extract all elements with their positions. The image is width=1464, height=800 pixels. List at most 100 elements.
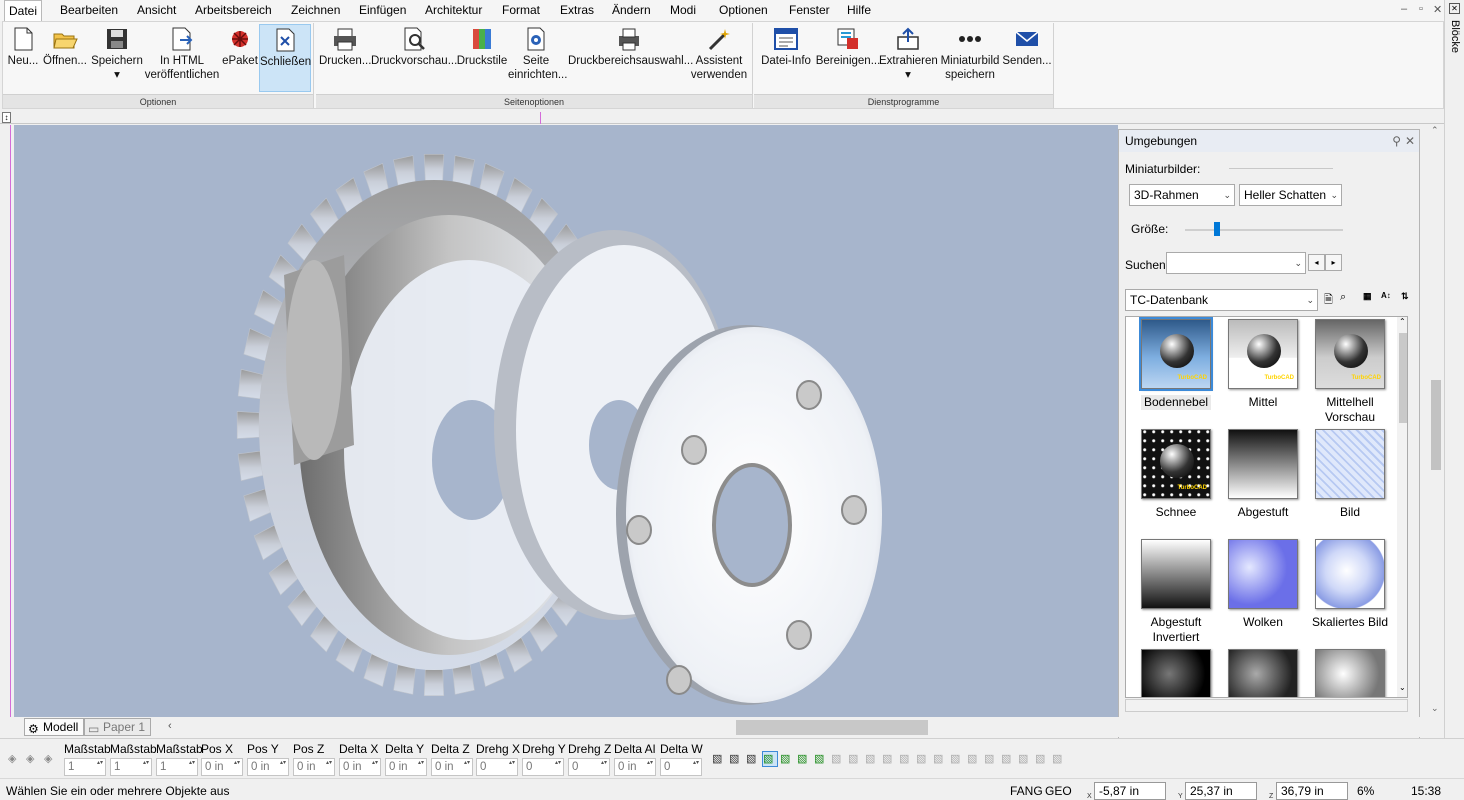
thumbnails-scrollbar[interactable]: ⌃ ⌄ — [1397, 317, 1407, 697]
environment-item[interactable] — [1219, 649, 1307, 697]
database-select[interactable]: TC-Datenbank ⌄ — [1125, 289, 1318, 311]
db-properties-icon[interactable]: 🗎 — [1324, 291, 1340, 307]
align-icon[interactable]: ▧ — [916, 752, 930, 766]
ribbon-button-1-4[interactable]: Druckbereichsauswahl... — [568, 24, 693, 92]
select-box-icon[interactable]: ▧ — [762, 751, 778, 767]
ribbon-button-2-4[interactable]: Senden... — [1002, 24, 1052, 92]
blocks-side-tab[interactable]: ✕ Blöcke — [1444, 0, 1464, 780]
spinner-icon[interactable]: ▴▾ — [645, 759, 655, 775]
minimize-icon[interactable]: ‒ — [1401, 3, 1407, 15]
environment-item[interactable]: Abgestuft — [1219, 429, 1307, 520]
menu-item-11[interactable]: Optionen — [715, 0, 772, 21]
tab-scroll-left-icon[interactable]: ‹ — [168, 720, 172, 732]
ribbon-button-0-4[interactable]: ePaket — [221, 24, 259, 92]
ribbon-button-2-0[interactable]: Datei-Info — [757, 24, 815, 92]
spinner-icon[interactable]: ▴▾ — [462, 759, 472, 775]
input-field[interactable]: 0 in ▴▾ — [614, 758, 656, 776]
environment-item[interactable]: Abgestuft Invertiert — [1132, 539, 1220, 645]
input-field[interactable]: 0 in ▴▾ — [339, 758, 381, 776]
input-field[interactable]: 0 in ▴▾ — [293, 758, 335, 776]
explode-icon[interactable]: ▧ — [967, 752, 981, 766]
environment-item[interactable]: TurboCAD Bodennebel — [1132, 317, 1220, 410]
scale-icon[interactable]: ▧ — [882, 752, 896, 766]
input-field[interactable]: 0 ▴▾ — [476, 758, 518, 776]
environment-item[interactable] — [1306, 649, 1394, 697]
menu-item-9[interactable]: Ändern — [608, 0, 655, 21]
search-prev-button[interactable]: ◂ — [1308, 254, 1325, 271]
input-field[interactable]: 0 in ▴▾ — [431, 758, 473, 776]
close-icon[interactable]: ✕ — [1433, 3, 1442, 16]
grid-icon[interactable]: ◈ — [44, 752, 58, 766]
input-field[interactable]: 0 ▴▾ — [568, 758, 610, 776]
ribbon-button-1-0[interactable]: Drucken... — [319, 24, 371, 92]
ribbon-button-2-2[interactable]: Extrahieren ▾ — [879, 24, 938, 92]
spinner-icon[interactable]: ▴▾ — [416, 759, 426, 775]
ribbon-button-0-1[interactable]: Öffnen... — [41, 24, 89, 92]
input-field[interactable]: 0 ▴▾ — [660, 758, 702, 776]
input-field[interactable]: 0 in ▴▾ — [385, 758, 427, 776]
select-add-icon[interactable]: ▧ — [797, 752, 811, 766]
cursor-icon[interactable]: ◈ — [8, 752, 22, 766]
input-field[interactable]: 1 ▴▾ — [64, 758, 106, 776]
snap-toggle[interactable]: FANG — [1010, 784, 1043, 798]
menu-item-1[interactable]: Bearbeiten — [56, 0, 122, 21]
ribbon-button-1-1[interactable]: Druckvorschau... — [371, 24, 457, 92]
spinner-icon[interactable]: ▴▾ — [95, 759, 105, 775]
node-edit-icon[interactable]: ▧ — [831, 752, 845, 766]
input-field[interactable]: 1 ▴▾ — [156, 758, 198, 776]
menu-item-7[interactable]: Format — [498, 0, 544, 21]
geo-toggle[interactable]: GEO — [1045, 784, 1072, 798]
environment-item[interactable] — [1132, 649, 1220, 697]
menu-item-12[interactable]: Fenster — [785, 0, 834, 21]
join-icon[interactable]: ▧ — [984, 752, 998, 766]
pin-icon[interactable]: ⚲ — [1392, 130, 1401, 152]
cancel-icon[interactable]: ◈ — [26, 752, 40, 766]
snap-line-icon[interactable]: ▧ — [746, 752, 760, 766]
spinner-icon[interactable]: ▴▾ — [370, 759, 380, 775]
trim-icon[interactable]: ▧ — [1001, 752, 1015, 766]
frame-select[interactable]: 3D-Rahmen ⌄ — [1129, 184, 1235, 206]
spinner-icon[interactable]: ▴▾ — [187, 759, 197, 775]
menu-item-3[interactable]: Arbeitsbereich — [191, 0, 276, 21]
input-field[interactable]: 0 ▴▾ — [522, 758, 564, 776]
distribute-icon[interactable]: ▧ — [933, 752, 947, 766]
rotate-icon[interactable]: ▧ — [865, 752, 879, 766]
ribbon-button-2-3[interactable]: Miniaturbild speichern — [938, 24, 1002, 92]
filter-icon[interactable]: ⇅ — [1401, 291, 1417, 307]
panel-close-icon[interactable]: ✕ — [1405, 130, 1415, 152]
ribbon-button-1-2[interactable]: Druckstile — [456, 24, 508, 92]
input-field[interactable]: 0 in ▴▾ — [247, 758, 289, 776]
snap-grid-icon[interactable]: ▧ — [729, 752, 743, 766]
ruler-corner-icon[interactable]: ↕ — [2, 112, 11, 123]
ribbon-button-0-3[interactable]: In HTML veröffentlichen — [141, 24, 223, 92]
drawing-viewport[interactable] — [14, 125, 1118, 717]
input-field[interactable]: 1 ▴▾ — [110, 758, 152, 776]
spinner-icon[interactable]: ▴▾ — [691, 759, 701, 775]
thumbnails-hscroll[interactable] — [1125, 699, 1408, 712]
size-slider[interactable] — [1185, 229, 1343, 231]
menu-item-0[interactable]: Datei — [4, 0, 43, 21]
select-remove-icon[interactable]: ▧ — [814, 752, 828, 766]
spinner-icon[interactable]: ▴▾ — [278, 759, 288, 775]
tab-model[interactable]: ⚙ Modell — [24, 718, 85, 736]
spinner-icon[interactable]: ▴▾ — [232, 759, 242, 775]
ribbon-button-1-5[interactable]: Assistent verwenden — [688, 24, 750, 92]
spinner-icon[interactable]: ▴▾ — [553, 759, 563, 775]
viewport-vertical-scrollbar[interactable]: ⌃ ⌄ — [1428, 125, 1444, 717]
menu-item-13[interactable]: Hilfe — [843, 0, 875, 21]
menu-item-2[interactable]: Ansicht — [133, 0, 180, 21]
thumbnails-scroll-thumb[interactable] — [1399, 333, 1407, 423]
input-field[interactable]: 0 in ▴▾ — [201, 758, 243, 776]
spinner-icon[interactable]: ▴▾ — [507, 759, 517, 775]
menu-item-4[interactable]: Zeichnen — [287, 0, 344, 21]
view-mode-icon[interactable]: ▦ — [1363, 291, 1379, 307]
shadow-select[interactable]: Heller Schatten ⌄ — [1239, 184, 1342, 206]
viewport-hscroll-thumb[interactable] — [736, 720, 928, 735]
fillet-icon[interactable]: ▧ — [1035, 752, 1049, 766]
menu-item-8[interactable]: Extras — [556, 0, 598, 21]
menu-item-10[interactable]: Modi — [666, 0, 700, 21]
ribbon-button-0-5[interactable]: Schließen — [259, 24, 311, 92]
environment-item[interactable]: Skaliertes Bild — [1306, 539, 1394, 630]
environment-item[interactable]: Wolken — [1219, 539, 1307, 630]
mirror-icon[interactable]: ▧ — [899, 752, 913, 766]
